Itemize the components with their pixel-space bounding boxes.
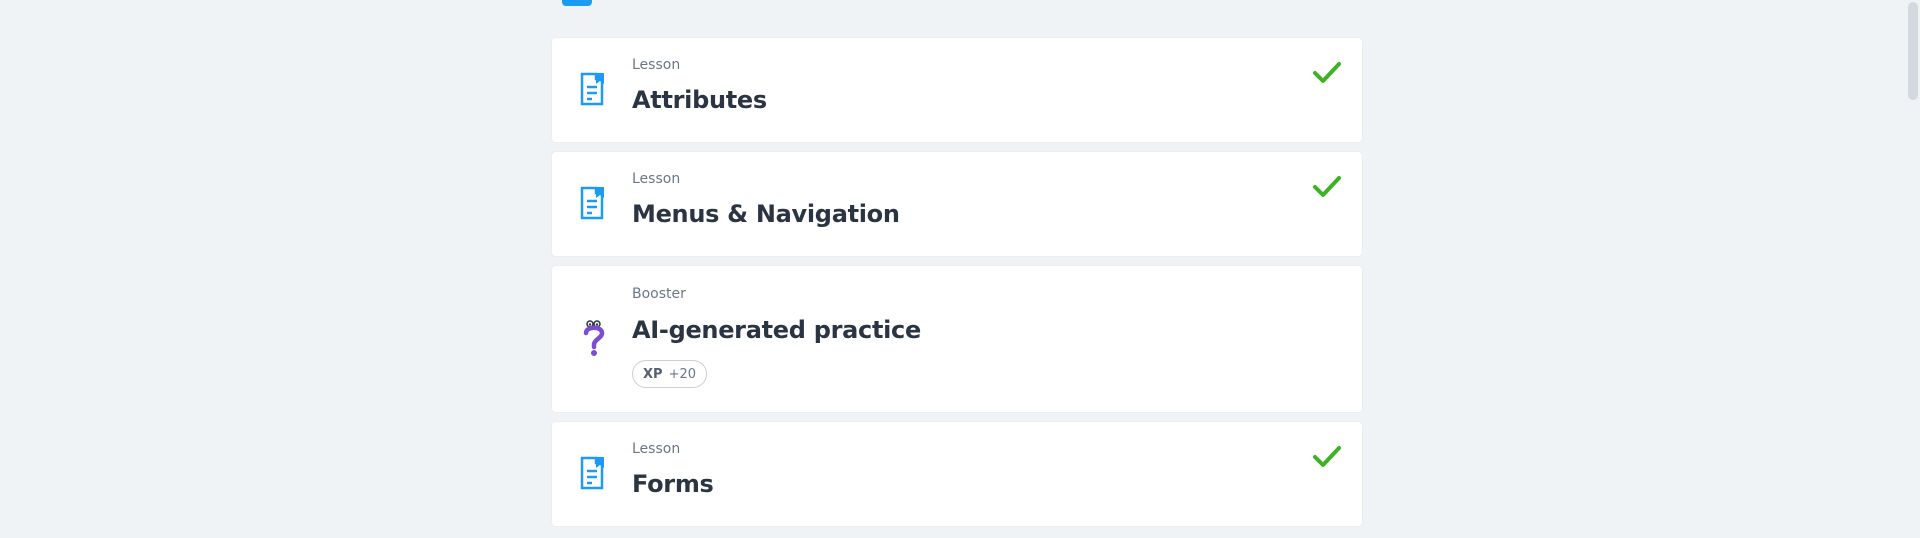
item-title: Attributes: [632, 86, 767, 114]
xp-badge: XP +20: [632, 360, 707, 388]
list-item-lesson[interactable]: Lesson Menus & Navigation: [552, 152, 1362, 256]
document-bookmark-icon: [580, 186, 604, 220]
document-bookmark-icon: [580, 456, 604, 490]
list-item-booster[interactable]: Booster AI-generated practice XP +20: [552, 266, 1362, 412]
item-type-label: Lesson: [632, 441, 681, 457]
vertical-scrollbar[interactable]: [1906, 0, 1920, 538]
course-page: Lesson Attributes Lesson Menus & Navigat…: [0, 0, 1920, 538]
item-title: Forms: [632, 470, 714, 498]
xp-value: +20: [668, 366, 696, 382]
question-mark-character-icon: [583, 320, 605, 356]
item-type-label: Booster: [632, 286, 686, 302]
section-header-icon: [562, 0, 592, 6]
list-item-lesson[interactable]: Lesson Forms: [552, 422, 1362, 526]
list-item-lesson[interactable]: Lesson Attributes: [552, 38, 1362, 142]
checkmark-icon: [1313, 176, 1341, 197]
xp-label: XP: [643, 366, 663, 382]
checkmark-icon: [1313, 62, 1341, 83]
document-bookmark-icon: [580, 72, 604, 106]
lesson-list: Lesson Attributes Lesson Menus & Navigat…: [552, 38, 1362, 536]
item-title: AI-generated practice: [632, 316, 921, 344]
checkmark-icon: [1313, 446, 1341, 467]
item-type-label: Lesson: [632, 171, 681, 187]
item-type-label: Lesson: [632, 57, 681, 73]
scrollbar-thumb[interactable]: [1908, 2, 1918, 100]
item-title: Menus & Navigation: [632, 200, 900, 228]
